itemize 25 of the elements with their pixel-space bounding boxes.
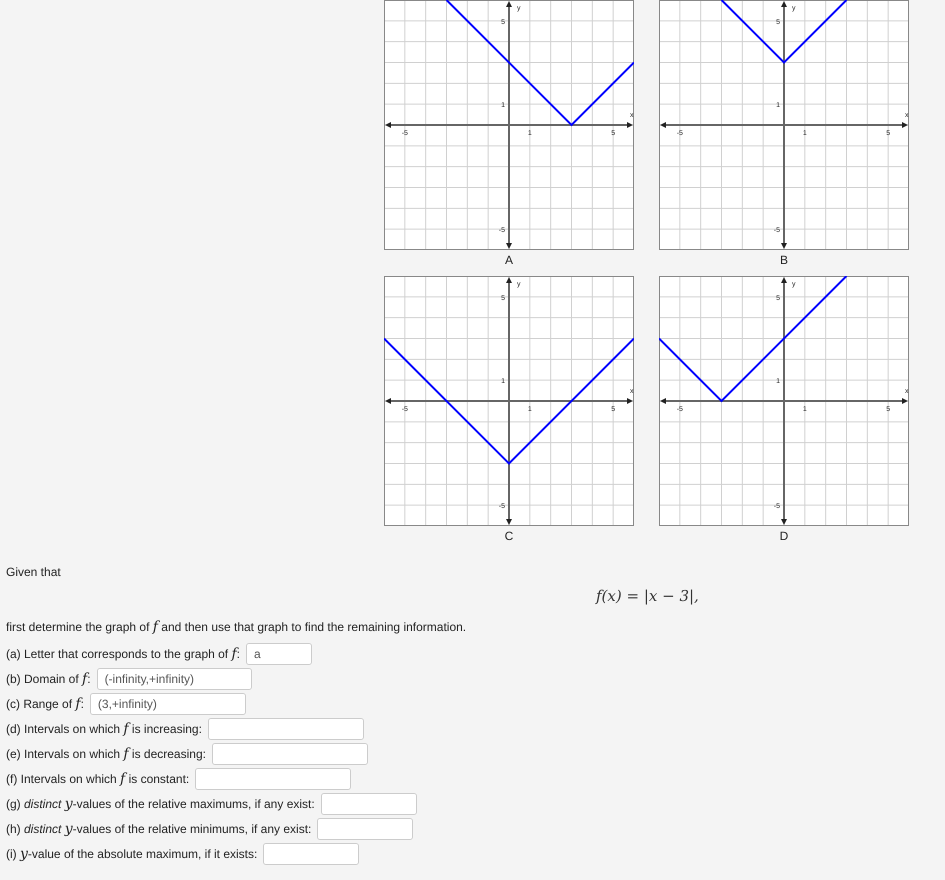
- answer-field[interactable]: [317, 818, 414, 840]
- question-label: (f) Intervals on which f is constant:: [6, 771, 190, 787]
- function-formula: f(x) = |x − 3|,: [594, 587, 700, 605]
- question-label: (e) Intervals on which f is decreasing:: [6, 746, 206, 762]
- intro-text: Given that: [6, 565, 62, 579]
- instruction-text: first determine the graph of f and then use that graph to find the remaining information.: [6, 619, 468, 635]
- graph-letter: A: [504, 253, 513, 267]
- graph-letter: B: [780, 253, 788, 267]
- answer-field[interactable]: [212, 743, 368, 765]
- graph-letter: C: [504, 529, 514, 543]
- question-label: (a) Letter that corresponds to the graph of f:: [6, 646, 240, 662]
- answer-field[interactable]: [320, 793, 417, 815]
- question-label: (g) distinct y-values of the relative maximums, if any exist:: [6, 796, 315, 812]
- answer-field[interactable]: [208, 718, 364, 740]
- answer-field[interactable]: (-infinity,+infinity): [96, 668, 252, 690]
- answer-field[interactable]: [263, 843, 360, 865]
- graph-letter: D: [780, 529, 788, 543]
- question-label: (c) Range of f:: [6, 696, 84, 712]
- answer-field[interactable]: (3,+infinity): [90, 693, 246, 715]
- question-label: (b) Domain of f:: [6, 671, 91, 687]
- question-label: (d) Intervals on which f is increasing:: [6, 721, 202, 737]
- answer-field[interactable]: a: [246, 643, 312, 665]
- question-label: (i) y-value of the absolute maximum, if it exists:: [6, 846, 258, 862]
- answer-field[interactable]: [195, 768, 352, 790]
- question-label: (h) distinct y-values of the relative minimums, if any exist:: [6, 821, 312, 837]
